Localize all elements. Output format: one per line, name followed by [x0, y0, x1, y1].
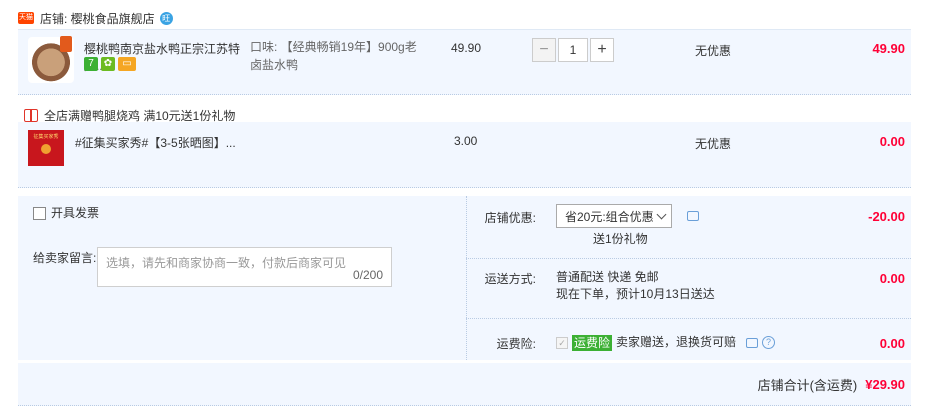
- thumbnail-seal-icon: [41, 144, 51, 154]
- shop-discount-select[interactable]: 省20元:组合优惠: [556, 204, 672, 228]
- insurance-option: ✓ 运费险 卖家赠送，退换货可赔 ?: [556, 334, 776, 351]
- service-icons: 7 ✿ ▭: [84, 57, 136, 71]
- thumbnail-badge-icon: [60, 36, 72, 52]
- gift-icon: [24, 109, 38, 122]
- authentic-guarantee-icon[interactable]: ✿: [101, 57, 115, 71]
- order-item-row: [18, 122, 911, 188]
- shop-name-link[interactable]: 店铺: 樱桃食品旗舰店: [40, 10, 155, 27]
- shop-discount-amount: -20.00: [868, 209, 905, 224]
- quantity-input[interactable]: 1: [558, 38, 588, 62]
- shop-discount-label: 店铺优惠:: [484, 211, 536, 225]
- shop-total: 店铺合计(含运费) ¥29.90: [700, 375, 905, 394]
- unit-price: 3.00: [454, 134, 478, 148]
- item-subtotal: 0.00: [879, 134, 905, 149]
- sku-info: 口味: 【经典畅销19年】900g老 卤盐水鸭: [250, 38, 420, 74]
- memo-label: 给卖家留言:: [33, 251, 97, 265]
- divider: [466, 258, 911, 259]
- sku-line: 卤盐水鸭: [250, 58, 299, 72]
- insurance-amount: 0.00: [879, 336, 905, 351]
- insurance-text: 卖家赠送，退换货可赔: [616, 335, 737, 349]
- memo-char-count: 0/200: [352, 268, 383, 282]
- invoice-checkbox[interactable]: [33, 207, 46, 220]
- insurance-label: 运费险:: [496, 337, 536, 351]
- insurance-chat-icon[interactable]: [746, 337, 759, 348]
- tmall-badge-icon: 天猫: [18, 12, 34, 24]
- shop-discount-selected: 省20元:组合优惠: [565, 209, 654, 224]
- wangwang-chat-icon[interactable]: 旺: [159, 11, 173, 25]
- chevron-down-icon: [656, 209, 667, 219]
- shop-total-value: ¥29.90: [865, 377, 905, 392]
- seller-memo-textarea[interactable]: 选填，请先和商家协商一致，付款后商家可见 0/200: [97, 247, 392, 287]
- memo-placeholder: 选填，请先和商家协商一致，付款后商家可见: [106, 256, 347, 270]
- shop-discount-note: 送1份礼物: [593, 232, 648, 246]
- shipping-method: 普通配送 快递 免邮: [556, 270, 659, 284]
- discount-info-chat-icon[interactable]: [687, 211, 699, 221]
- credit-card-icon[interactable]: ▭: [118, 57, 136, 71]
- seven-day-return-icon[interactable]: 7: [84, 57, 98, 71]
- thumbnail-caption: 征集买家秀: [33, 134, 59, 140]
- item-promotion: 无优惠: [695, 44, 732, 58]
- divider: [466, 318, 911, 319]
- invoice-label: 开具发票: [51, 206, 100, 220]
- shipping-amount: 0.00: [879, 271, 905, 286]
- shipping-eta: 现在下单，预计10月13日送达: [556, 287, 715, 301]
- decrease-quantity-button[interactable]: −: [532, 38, 556, 62]
- shipping-info: 普通配送 快递 免邮 现在下单，预计10月13日送达: [556, 269, 715, 303]
- shipping-label: 运送方式:: [484, 272, 536, 286]
- invoice-option[interactable]: 开具发票: [33, 205, 99, 222]
- help-icon[interactable]: ?: [762, 336, 776, 349]
- insurance-checkbox: ✓: [556, 336, 568, 349]
- unit-price: 49.90: [451, 41, 482, 55]
- shop-header: 天猫 店铺: 樱桃食品旗舰店 旺: [18, 8, 173, 28]
- insurance-tag: 运费险: [572, 334, 613, 351]
- item-subtotal: 49.90: [872, 41, 905, 56]
- sku-line: 口味: 【经典畅销19年】900g老: [250, 40, 417, 54]
- quantity-stepper: − 1 +: [532, 38, 614, 62]
- increase-quantity-button[interactable]: +: [590, 38, 614, 62]
- product-title-link[interactable]: #征集买家秀#【3-5张晒图】...: [75, 134, 236, 151]
- gift-thumbnail[interactable]: 征集买家秀: [28, 130, 64, 166]
- item-promotion: 无优惠: [695, 137, 732, 151]
- shop-total-label: 店铺合计(含运费): [757, 378, 858, 393]
